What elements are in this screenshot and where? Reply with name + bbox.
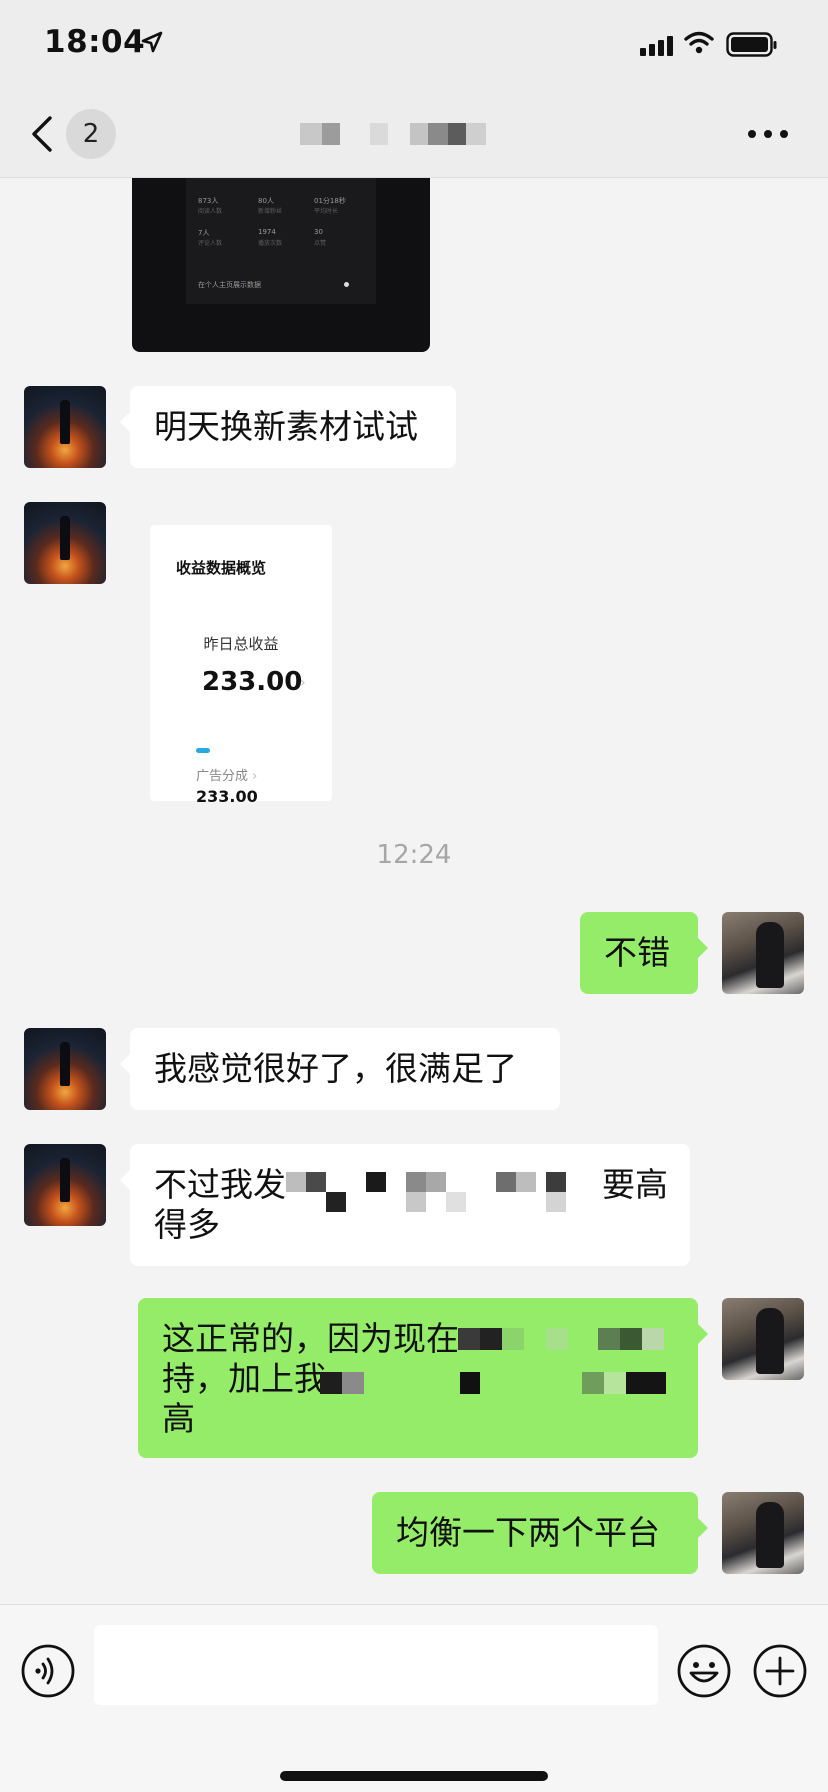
redacted-mosaic bbox=[458, 1328, 680, 1368]
emoji-icon[interactable] bbox=[676, 1643, 732, 1699]
input-bar bbox=[0, 1604, 828, 1792]
battery-icon bbox=[726, 32, 777, 57]
stat-value: 1974 bbox=[258, 228, 276, 236]
message-text-part: 要高 bbox=[602, 1165, 668, 1204]
earnings-subtitle: 昨日总收益 bbox=[203, 635, 279, 653]
stat-caption: 评论人数 bbox=[198, 240, 223, 247]
stat-value: 7人 bbox=[198, 229, 210, 237]
message-bubble-outgoing[interactable]: 这正常的，因为现在 持，加上我 高 bbox=[138, 1298, 708, 1458]
message-input[interactable] bbox=[94, 1625, 658, 1705]
message-text-part: 不过我发 bbox=[154, 1165, 286, 1204]
message-text-part: 高 bbox=[162, 1399, 195, 1438]
home-indicator bbox=[280, 1771, 548, 1781]
stat-value: 80人 bbox=[258, 197, 274, 205]
image-message-stats-screenshot[interactable]: 873人 阅读人数 80人 新增粉丝 01分18秒 平均时长 7人 评论人数 1… bbox=[132, 178, 430, 352]
toggle-dot bbox=[344, 282, 349, 287]
message-text-part: 这正常的，因为现在 bbox=[162, 1319, 459, 1358]
stat-value: 873人 bbox=[198, 197, 219, 205]
stat-caption: 新增粉丝 bbox=[258, 208, 283, 215]
chat-title-redacted bbox=[300, 120, 530, 148]
message-timestamp: 12:24 bbox=[376, 840, 452, 870]
earnings-label: 广告分成 › bbox=[196, 765, 257, 784]
user-avatar[interactable] bbox=[722, 1298, 804, 1380]
stat-value: 01分18秒 bbox=[314, 197, 346, 205]
add-more-icon[interactable] bbox=[752, 1643, 808, 1699]
message-list[interactable]: 873人 阅读人数 80人 新增粉丝 01分18秒 平均时长 7人 评论人数 1… bbox=[0, 178, 828, 1604]
unread-count-badge[interactable]: 2 bbox=[66, 109, 116, 159]
stats-footer: 在个人主页展示数据 bbox=[198, 281, 261, 289]
stat-value: 30 bbox=[314, 228, 323, 236]
contact-avatar[interactable] bbox=[24, 1144, 106, 1226]
status-bar: 18:04 bbox=[0, 0, 828, 92]
chevron-right-icon: › bbox=[300, 675, 306, 691]
stat-caption: 播放次数 bbox=[258, 240, 283, 247]
user-avatar[interactable] bbox=[722, 1492, 804, 1574]
chevron-right-icon: › bbox=[252, 769, 258, 784]
redacted-mosaic bbox=[320, 1372, 680, 1394]
wifi-icon bbox=[684, 31, 714, 54]
message-bubble-incoming[interactable]: 明天换新素材试试 bbox=[120, 386, 456, 468]
user-avatar[interactable] bbox=[722, 912, 804, 994]
earnings-indicator bbox=[196, 748, 210, 753]
earnings-title: 收益数据概览 bbox=[176, 559, 267, 577]
stat-caption: 点赞 bbox=[314, 240, 327, 247]
stat-caption: 平均时长 bbox=[314, 208, 339, 215]
stat-caption: 阅读人数 bbox=[198, 208, 223, 215]
earnings-label-text: 广告分成 bbox=[196, 769, 249, 784]
message-text-part: 得多 bbox=[154, 1205, 220, 1244]
contact-avatar[interactable] bbox=[24, 386, 106, 468]
message-bubble-incoming[interactable]: 不过我发 要高 得多 bbox=[120, 1144, 690, 1266]
message-text-part: 持，加上我 bbox=[162, 1359, 327, 1398]
earnings-total: 233.00 bbox=[202, 667, 303, 697]
contact-avatar[interactable] bbox=[24, 502, 106, 584]
status-time: 18:04 bbox=[44, 24, 146, 60]
earnings-amount: 233.00 bbox=[196, 787, 258, 806]
message-bubble-outgoing[interactable]: 不错 bbox=[580, 912, 708, 994]
redacted-mosaic bbox=[286, 1172, 602, 1212]
image-message-earnings-screenshot[interactable]: 收益数据概览 昨日总收益 233.00 › 广告分成 › 233.00 bbox=[150, 525, 332, 806]
contact-avatar[interactable] bbox=[24, 1028, 106, 1110]
chat-header: 2 bbox=[0, 92, 828, 178]
voice-input-icon[interactable] bbox=[20, 1643, 76, 1699]
location-arrow-icon bbox=[141, 31, 163, 53]
message-bubble-incoming[interactable]: 我感觉很好了，很满足了 bbox=[120, 1028, 560, 1110]
cellular-signal-icon bbox=[640, 36, 673, 56]
more-options-icon[interactable] bbox=[748, 130, 788, 140]
message-bubble-outgoing[interactable]: 均衡一下两个平台 bbox=[372, 1492, 708, 1574]
back-chevron-icon[interactable] bbox=[26, 112, 60, 156]
